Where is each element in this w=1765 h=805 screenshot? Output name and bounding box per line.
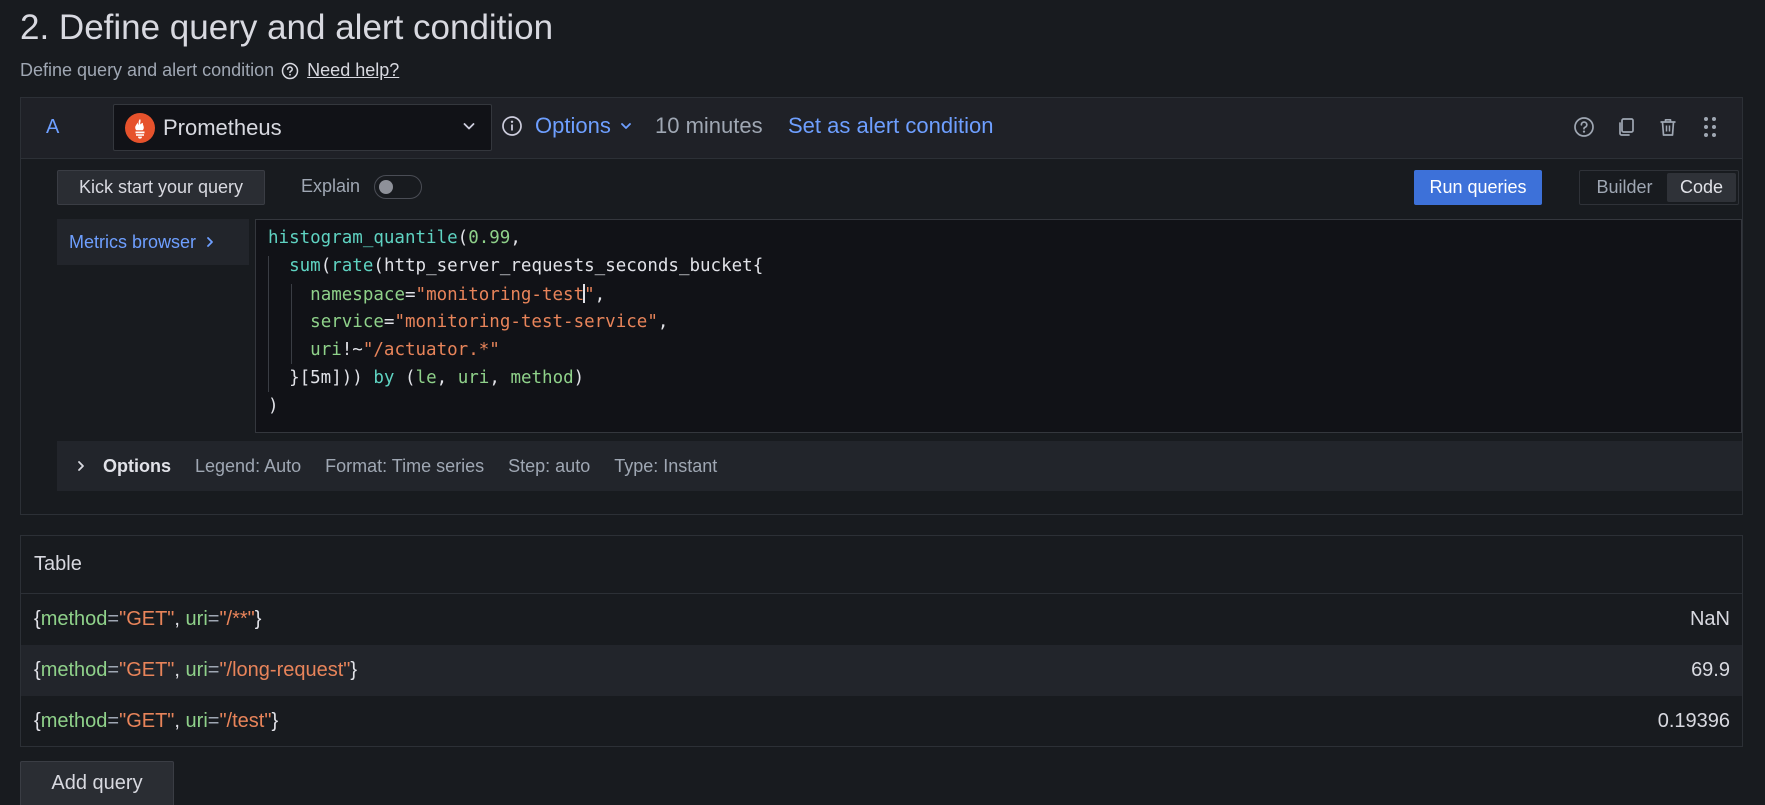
code-token-string: "monitoring-test-service" <box>394 312 658 332</box>
table-row: {method="GET", uri="/long-request"} 69.9 <box>21 645 1742 696</box>
code-token-punct: , <box>594 285 606 305</box>
metrics-browser-button[interactable]: Metrics browser <box>57 219 249 265</box>
prometheus-logo-icon <box>125 112 155 143</box>
code-token-number: 0.99 <box>468 228 511 248</box>
code-token-label: namespace <box>310 285 405 305</box>
code-token-punct: , <box>510 228 521 248</box>
toggle-knob <box>379 180 393 194</box>
code-token-operator: = <box>383 312 395 332</box>
step-option: Step: auto <box>508 455 591 476</box>
run-queries-button[interactable]: Run queries <box>1414 170 1542 205</box>
query-options-toggle[interactable]: Options <box>535 113 633 139</box>
section-subtitle-row: Define query and alert condition Need he… <box>20 60 399 81</box>
code-token-punct: , <box>436 368 448 388</box>
series-label: {method="GET", uri="/**"} <box>34 608 262 630</box>
code-token-punct: ) <box>268 396 279 416</box>
code-token-function: rate <box>331 256 374 276</box>
code-line-7: ) <box>268 396 279 416</box>
code-token-punct: ) <box>573 368 585 388</box>
code-token-function: sum <box>289 256 321 276</box>
code-token-punct: }[5m])) <box>289 368 363 388</box>
section-subtitle: Define query and alert condition <box>20 60 275 80</box>
editor-mode-switch: Builder Code <box>1579 170 1739 205</box>
code-line-5: uri!~"/actuator.*" <box>268 340 500 360</box>
query-ref-id[interactable]: A <box>46 116 59 139</box>
code-token-punct: ( <box>373 256 384 276</box>
series-label: {method="GET", uri="/test"} <box>34 710 279 732</box>
code-line-2: sum(rate(http_server_requests_seconds_bu… <box>268 256 763 276</box>
query-card: A Prometheus Options 10 minutes Set as a… <box>20 97 1743 515</box>
query-options-label: Options <box>535 113 611 138</box>
add-query-button[interactable]: Add query <box>20 761 174 805</box>
format-option: Format: Time series <box>325 455 485 476</box>
chevron-down-icon <box>620 123 631 129</box>
metrics-browser-label: Metrics browser <box>69 231 197 252</box>
code-token-label: uri <box>310 340 342 360</box>
code-token-punct: ( <box>405 368 416 388</box>
query-time-range[interactable]: 10 minutes <box>655 113 763 139</box>
code-token-label: method <box>510 368 574 388</box>
question-circle-icon <box>281 62 299 80</box>
code-token-keyword: by <box>373 368 395 388</box>
code-token-punct: , <box>489 368 500 388</box>
code-token-operator: = <box>404 285 416 305</box>
question-circle-icon[interactable] <box>1573 116 1595 143</box>
code-token-string: " <box>584 285 595 305</box>
table-title: Table <box>34 553 82 575</box>
series-value: 69.9 <box>1691 659 1730 681</box>
query-options-row[interactable]: Options Legend: Auto Format: Time series… <box>57 441 1742 491</box>
options-title: Options <box>103 455 171 476</box>
explain-toggle[interactable] <box>374 175 422 199</box>
code-token-string: "monitoring-test <box>415 285 585 305</box>
code-token-string: "/actuator.*" <box>362 340 500 360</box>
type-option: Type: Instant <box>614 455 718 476</box>
code-line-6: }[5m])) by (le, uri, method) <box>268 368 584 388</box>
code-token-label: service <box>310 312 384 332</box>
query-header: A Prometheus Options 10 minutes Set as a… <box>21 98 1742 159</box>
need-help-link[interactable]: Need help? <box>307 60 399 81</box>
kick-start-query-button[interactable]: Kick start your query <box>57 170 265 205</box>
info-circle-icon[interactable] <box>501 115 523 142</box>
table-row: {method="GET", uri="/test"} 0.19396 <box>21 696 1742 747</box>
code-line-3: namespace="monitoring-test", <box>268 284 605 305</box>
series-label: {method="GET", uri="/long-request"} <box>34 659 358 681</box>
trash-icon[interactable] <box>1657 116 1679 143</box>
code-token-function: histogram_quantile <box>268 228 458 248</box>
legend-option: Legend: Auto <box>195 455 302 476</box>
section-title: 2. Define query and alert condition <box>20 8 554 47</box>
code-line-4: service="monitoring-test-service", <box>268 312 668 332</box>
drag-handle-icon[interactable] <box>1701 115 1719 144</box>
promql-code-editor[interactable]: histogram_quantile(0.99, sum(rate(http_s… <box>255 219 1742 433</box>
chevron-down-icon <box>461 118 477 139</box>
result-table-panel: Table {method="GET", uri="/**"} NaN {met… <box>20 535 1743 747</box>
series-value: NaN <box>1689 608 1730 630</box>
series-value: 0.19396 <box>1657 710 1730 732</box>
table-row: {method="GET", uri="/**"} NaN <box>21 594 1742 645</box>
chevron-right-icon <box>207 237 213 247</box>
code-token-label: le <box>415 368 437 388</box>
explain-label: Explain <box>301 176 361 196</box>
code-token-punct: , <box>657 312 669 332</box>
datasource-name: Prometheus <box>163 114 282 140</box>
code-token-metric: http_server_requests_seconds_bucket{ <box>383 256 764 276</box>
code-token-label: uri <box>457 368 490 388</box>
copy-icon[interactable] <box>1615 116 1637 143</box>
datasource-picker[interactable]: Prometheus <box>113 104 492 151</box>
set-alert-condition-button[interactable]: Set as alert condition <box>788 113 993 139</box>
code-token-punct: ( <box>457 228 469 248</box>
builder-mode-tab[interactable]: Builder <box>1582 173 1667 202</box>
code-line-1: histogram_quantile(0.99, <box>268 228 521 248</box>
code-mode-tab[interactable]: Code <box>1667 173 1736 202</box>
code-token-punct: ( <box>320 256 332 276</box>
chevron-right-icon <box>75 459 87 473</box>
code-token-operator: !~ <box>341 340 363 360</box>
